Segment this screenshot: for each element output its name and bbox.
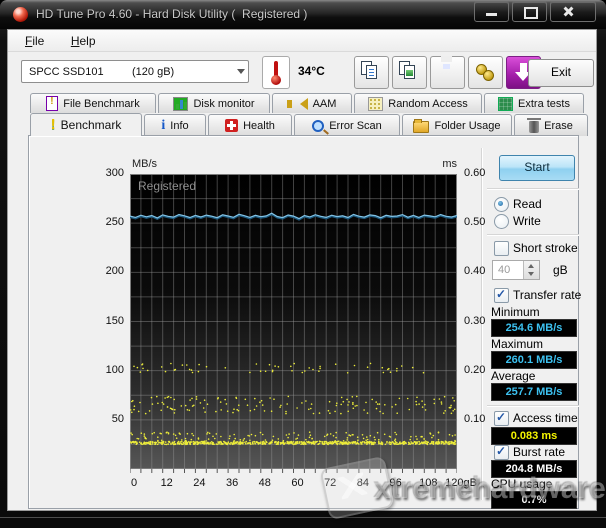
tab-health[interactable]: Health: [208, 114, 292, 136]
hd-tune-window: HD Tune Pro 4.60 - Hard Disk Utility ( R…: [0, 0, 606, 528]
disk-monitor-icon: [173, 97, 188, 111]
read-radio[interactable]: [494, 197, 509, 212]
maximize-icon: [524, 7, 538, 19]
window-title: HD Tune Pro 4.60 - Hard Disk Utility ( R…: [36, 7, 307, 21]
tab-folder-usage[interactable]: Folder Usage: [402, 114, 512, 136]
client-area: File Help SPCC SSD101 (120 gB) 34°C: [7, 29, 597, 511]
tab-benchmark[interactable]: ! Benchmark: [30, 113, 142, 136]
right-axis-title: ms: [433, 158, 457, 170]
trash-icon: [529, 121, 539, 133]
right-axis-tick: 0.40: [464, 265, 498, 277]
exclamation-icon: !: [51, 119, 56, 131]
copy-text-button[interactable]: [354, 56, 389, 89]
left-axis-tick: 100: [90, 364, 124, 376]
cpu-usage-label: CPU usage: [491, 477, 552, 491]
minimize-button[interactable]: [474, 1, 509, 22]
short-stroke-checkbox[interactable]: [494, 241, 509, 256]
burst-rate-value: 204.8 MB/s: [491, 460, 577, 478]
tab-erase[interactable]: Erase: [514, 114, 588, 136]
options-button[interactable]: [468, 56, 503, 89]
left-axis-title: MB/s: [132, 158, 157, 170]
temperature-value: 34°C: [298, 64, 325, 78]
transfer-rate-label[interactable]: Transfer rate: [513, 288, 581, 302]
drive-model: SPCC SSD101: [29, 66, 104, 78]
random-access-icon: [368, 97, 383, 111]
capacity-spinner[interactable]: 40: [492, 260, 540, 280]
speaker-icon: [300, 98, 308, 110]
exit-button[interactable]: Exit: [528, 59, 594, 87]
left-axis-tick: 50: [90, 413, 124, 425]
left-axis-tick: 250: [90, 216, 124, 228]
app-icon: [13, 7, 28, 22]
tab-row-primary: ! Benchmark i Info Health Error Scan Fol…: [30, 114, 588, 136]
write-label[interactable]: Write: [513, 214, 541, 228]
magnifier-icon: [312, 120, 324, 132]
frame-bottom-line: [0, 517, 606, 518]
menu-file[interactable]: File: [20, 33, 49, 49]
chevron-down-icon: [237, 69, 245, 74]
menu-help[interactable]: Help: [66, 33, 101, 49]
left-axis-tick: 150: [90, 315, 124, 327]
benchmark-page: MB/s ms Registered Start Read Write Shor…: [28, 135, 579, 509]
maximum-value: 260.1 MB/s: [491, 351, 577, 369]
minimize-icon: [486, 13, 497, 16]
download-icon: [520, 63, 527, 72]
capacity-value: 40: [498, 264, 510, 276]
spinner-up-icon: [528, 264, 534, 268]
access-time-label[interactable]: Access time: [513, 411, 578, 425]
cpu-usage-value: 0.7%: [491, 491, 577, 509]
minimum-value: 254.6 MB/s: [491, 319, 577, 337]
left-axis-tick: 200: [90, 265, 124, 277]
extra-tests-icon: [498, 97, 513, 111]
save-screenshot-button[interactable]: [430, 56, 465, 89]
average-value: 257.7 MB/s: [491, 383, 577, 401]
short-stroke-label[interactable]: Short stroke: [513, 241, 578, 255]
tab-info[interactable]: i Info: [144, 114, 206, 136]
tab-disk-monitor[interactable]: Disk monitor: [158, 93, 270, 113]
folder-icon: [413, 121, 429, 133]
burst-rate-checkbox[interactable]: [494, 445, 509, 460]
tab-extra-tests[interactable]: Extra tests: [484, 93, 584, 113]
window-controls: [474, 1, 596, 22]
tab-random-access[interactable]: Random Access: [354, 93, 482, 113]
benchmark-chart: [130, 174, 457, 474]
left-axis-tick: 300: [90, 167, 124, 179]
start-button[interactable]: Start: [499, 155, 575, 181]
spinner-down-icon: [528, 272, 534, 276]
transfer-rate-checkbox[interactable]: [494, 288, 509, 303]
tab-file-benchmark[interactable]: File Benchmark: [30, 93, 156, 113]
chart-plot: [130, 174, 457, 474]
info-icon: i: [161, 120, 165, 132]
tab-error-scan[interactable]: Error Scan: [294, 114, 400, 136]
file-benchmark-icon: [46, 96, 58, 111]
tab-aam[interactable]: AAM: [272, 93, 352, 113]
right-axis-tick: 0.50: [464, 216, 498, 228]
close-button[interactable]: [550, 1, 596, 22]
tab-row-secondary: File Benchmark Disk monitor AAM Random A…: [30, 93, 584, 113]
right-axis-tick: 0.30: [464, 315, 498, 327]
capacity-unit: gB: [553, 263, 568, 277]
maximum-label: Maximum: [491, 337, 543, 351]
menu-bar: File Help: [8, 30, 596, 52]
right-axis-tick: 0.20: [464, 364, 498, 376]
title-bar[interactable]: HD Tune Pro 4.60 - Hard Disk Utility ( R…: [0, 0, 606, 29]
copy-screenshot-button[interactable]: [392, 56, 427, 89]
registered-watermark: Registered: [138, 179, 196, 193]
minimum-label: Minimum: [491, 305, 540, 319]
x-axis-tick: 120gB: [437, 477, 485, 489]
read-label[interactable]: Read: [513, 197, 542, 211]
right-axis-tick: 0.10: [464, 413, 498, 425]
temperature-tile: [262, 56, 290, 89]
health-cross-icon: [225, 119, 238, 132]
burst-rate-label[interactable]: Burst rate: [513, 445, 565, 459]
maximize-button[interactable]: [512, 1, 547, 22]
drive-select[interactable]: SPCC SSD101 (120 gB): [21, 60, 249, 83]
access-time-value: 0.083 ms: [491, 427, 577, 445]
drive-capacity: (120 gB): [132, 66, 174, 78]
right-axis-tick: 0.60: [464, 167, 498, 179]
